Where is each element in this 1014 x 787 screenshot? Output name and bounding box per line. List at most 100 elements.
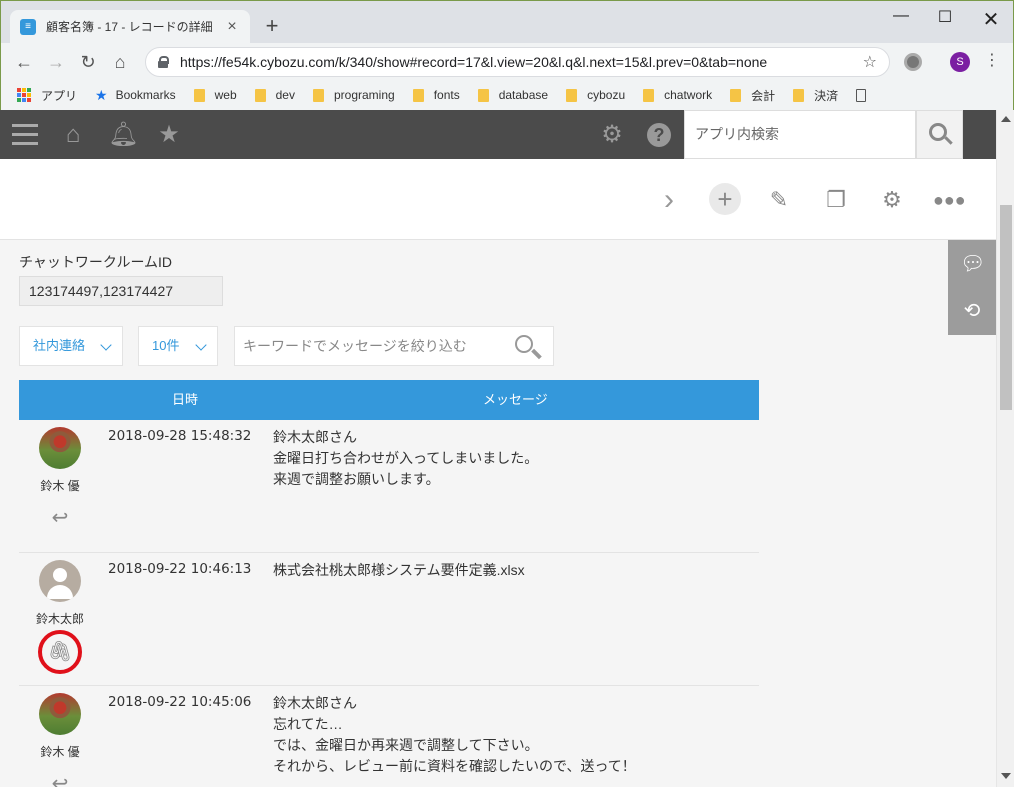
bookmark-folder[interactable]: dev [254,88,295,102]
message-row: 鈴木 優 ↩ 2018-09-28 15:48:32 鈴木太郎さん 金曜日打ち合… [19,420,759,553]
help-icon[interactable]: ? [647,123,671,147]
default-avatar-icon [39,560,81,602]
message-datetime: 2018-09-22 10:46:13 [108,561,252,577]
reply-arrow-icon[interactable]: ↩ [49,508,71,528]
message-datetime: 2018-09-22 10:45:06 [108,694,252,710]
chevron-down-icon [195,339,207,351]
chatwork-room-id-label: チャットワークルームID [19,254,173,270]
favorites-star-icon[interactable]: ★ [156,122,182,148]
new-tab-button[interactable]: + [261,15,283,37]
keyword-filter-input[interactable]: キーワードでメッセージを絞り込む [234,326,554,366]
bookmark-bookmarks[interactable]: ★ Bookmarks [95,87,176,104]
scrollbar-thumb[interactable] [1000,205,1012,410]
record-detail: チャットワークルームID 123174497,123174427 社内連絡 10… [0,240,996,787]
bookmark-folder[interactable]: programing [312,88,395,102]
reply-arrow-icon[interactable]: ↩ [49,774,71,787]
bookmark-page[interactable] [856,88,867,102]
vertical-scrollbar[interactable] [996,110,1014,787]
tab-strip: ≡ 顧客名簿 - 17 - レコードの詳細 × + — ☐ ✕ [1,1,1013,43]
extension-icon[interactable] [904,53,922,71]
bell-icon[interactable]: 🔔︎ [108,122,138,148]
room-select[interactable]: 社内連絡 [19,326,123,366]
messages-table-header: 日時 メッセージ [19,380,759,420]
folder-icon [193,88,205,102]
column-datetime: 日時 [172,392,199,407]
add-record-plus-icon[interactable]: + [709,183,741,215]
count-select[interactable]: 10件 [138,326,218,366]
tab-title: 顧客名簿 - 17 - レコードの詳細 [46,20,213,34]
scroll-up-icon[interactable] [1001,116,1011,122]
kintone-header: ⌂ 🔔︎ ★ ⚙ ? アプリ内検索 [0,110,996,159]
edit-record-icon[interactable]: ✎ [764,185,794,215]
lock-icon [158,56,169,68]
folder-icon [566,88,578,102]
message-row: 鈴木 優 ↩ 2018-09-22 10:45:06 鈴木太郎さん 忘れてた… … [19,686,759,787]
browser-chrome: ≡ 顧客名簿 - 17 - レコードの詳細 × + — ☐ ✕ ← → ↻ ⌂ … [0,0,1014,110]
folder-icon [412,88,424,102]
bookmark-folder[interactable]: 決済 [793,87,838,104]
message-text: 鈴木太郎さん 忘れてた… では、金曜日か再来週で調整して下さい。 それから、レビ… [273,695,636,774]
search-icon [929,123,947,141]
folder-icon [730,88,742,102]
chevron-down-icon [100,339,112,351]
bookmark-star-icon[interactable]: ☆ [863,52,877,72]
search-icon[interactable] [515,335,533,353]
attachment-paperclip-icon[interactable]: 🖇︎ [38,630,82,674]
record-toolbar: › + ✎ ❐ ⚙ ●●● [0,159,996,240]
bookmark-folder[interactable]: database [477,88,548,102]
more-options-icon[interactable]: ●●● [933,185,966,215]
reload-icon[interactable]: ↻ [77,51,99,73]
folder-icon [312,88,324,102]
address-bar[interactable]: https://fe54k.cybozu.com/k/340/show#reco… [145,47,890,77]
side-panel: 💬︎ ⟲ [948,240,996,335]
menu-icon[interactable] [12,124,38,146]
star-icon: ★ [95,86,108,103]
apps-grid-icon [17,88,31,102]
avatar [39,427,81,469]
bookmark-folder[interactable]: cybozu [566,88,625,102]
maximize-icon[interactable]: ☐ [930,7,960,27]
avatar [39,693,81,735]
next-record-chevron-icon[interactable]: › [654,185,684,215]
app-search-button[interactable] [916,110,963,159]
message-user: 鈴木太郎 [35,612,84,626]
column-message: メッセージ [483,392,548,407]
record-settings-gear-icon[interactable]: ⚙ [877,185,907,215]
folder-icon [793,88,805,102]
message-user: 鈴木 優 [40,745,80,759]
settings-gear-icon[interactable]: ⚙ [599,122,625,148]
folder-icon [477,88,489,102]
profile-avatar[interactable]: S [950,52,970,72]
bookmark-folder[interactable]: 会計 [730,87,775,104]
back-arrow-icon[interactable]: ← [13,51,35,73]
minimize-icon[interactable]: — [886,7,916,25]
message-text: 株式会社桃太郎様システム要件定義.xlsx [273,560,525,581]
window-close-icon[interactable]: ✕ [976,7,1006,32]
more-menu-icon[interactable]: ⋮ [984,51,1000,71]
folder-icon [643,88,655,102]
bookmark-folder[interactable]: fonts [412,88,460,102]
duplicate-record-icon[interactable]: ❐ [821,185,851,215]
message-user: 鈴木 優 [40,479,80,493]
chatwork-room-id-value: 123174497,123174427 [19,276,223,306]
folder-icon [254,88,266,102]
bookmarks-bar: アプリ ★ Bookmarks web dev programing fonts… [1,81,1013,109]
home-icon[interactable]: ⌂ [109,51,131,73]
bookmark-folder[interactable]: chatwork [643,88,712,102]
home-icon[interactable]: ⌂ [60,122,86,148]
page-icon [856,88,867,102]
message-text: 鈴木太郎さん 金曜日打ち合わせが入ってしまいました。 来週で調整お願いします。 [273,429,539,487]
app-search-input[interactable]: アプリ内検索 [684,110,916,159]
browser-tab[interactable]: ≡ 顧客名簿 - 17 - レコードの詳細 × [10,10,250,43]
bookmark-folder[interactable]: web [193,88,237,102]
forward-arrow-icon[interactable]: → [45,51,67,73]
kintone-favicon-icon: ≡ [20,18,36,35]
url-text[interactable]: https://fe54k.cybozu.com/k/340/show#reco… [180,54,863,70]
message-row: 鈴木太郎 🖇︎ 2018-09-22 10:46:13 株式会社桃太郎様システム… [19,553,759,686]
bookmark-apps[interactable]: アプリ [17,87,77,104]
attachment-filename[interactable]: 株式会社桃太郎様システム要件定義.xlsx [273,560,525,581]
comment-bubble-icon[interactable]: 💬︎ [960,252,985,276]
scroll-down-icon[interactable] [1001,773,1011,779]
close-icon[interactable]: × [224,18,240,36]
history-icon[interactable]: ⟲ [960,299,984,323]
